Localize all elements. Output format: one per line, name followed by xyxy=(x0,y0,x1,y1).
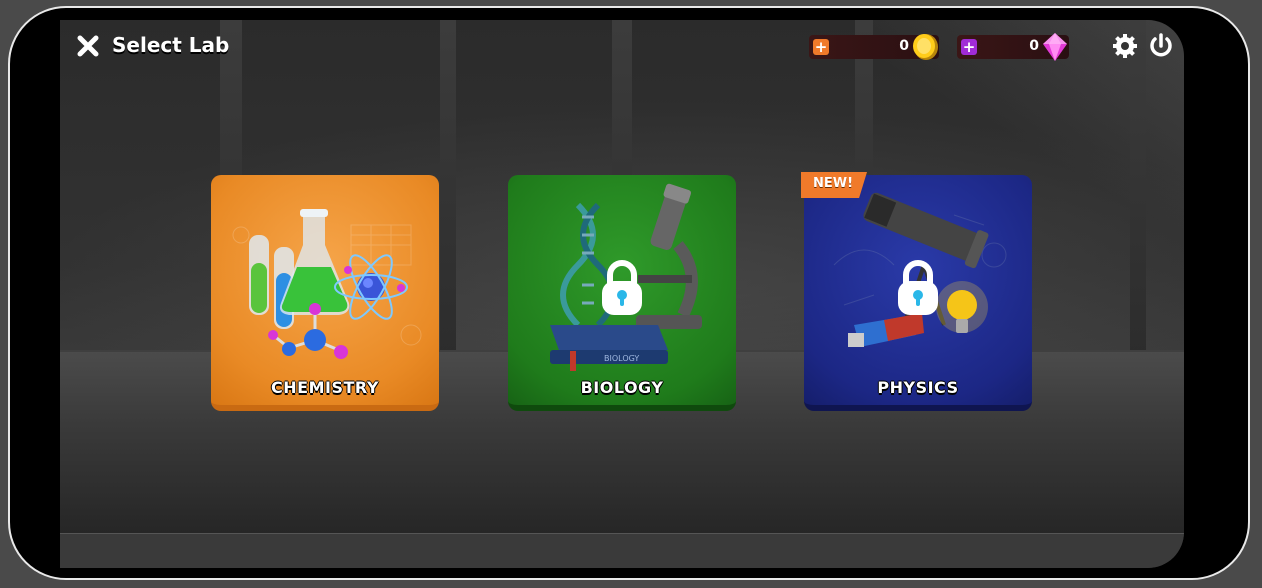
book-spine-text: BIOLOGY xyxy=(604,354,639,363)
gear-icon[interactable] xyxy=(1111,32,1139,60)
bottom-bar xyxy=(60,533,1184,568)
lab-card-biology[interactable]: BIOLOGY BIOLOGY xyxy=(508,175,736,411)
gem-counter: + 0 xyxy=(957,33,1069,61)
lab-label: BIOLOGY xyxy=(580,378,664,397)
add-gems-button[interactable]: + xyxy=(961,39,977,55)
chemistry-illustration xyxy=(232,209,422,359)
background-pillar xyxy=(440,20,456,360)
coin-counter: + 0 xyxy=(809,34,939,60)
background-pillar xyxy=(1130,20,1146,360)
new-badge: NEW! xyxy=(801,172,867,198)
gem-icon xyxy=(1043,33,1067,61)
coin-value: 0 xyxy=(899,38,909,54)
lab-card-physics[interactable]: PHYSICS xyxy=(804,175,1032,411)
lab-label: PHYSICS xyxy=(877,378,959,397)
gem-value: 0 xyxy=(1029,38,1039,54)
lock-icon xyxy=(602,260,642,315)
power-icon[interactable] xyxy=(1147,32,1175,60)
add-coins-button[interactable]: + xyxy=(813,39,829,55)
close-icon[interactable] xyxy=(76,34,100,58)
page-title: Select Lab xyxy=(112,33,230,57)
coin-icon xyxy=(913,34,938,60)
lab-label: CHEMISTRY xyxy=(271,378,379,397)
lab-card-chemistry[interactable]: CHEMISTRY xyxy=(211,175,439,411)
lock-icon xyxy=(898,260,938,315)
